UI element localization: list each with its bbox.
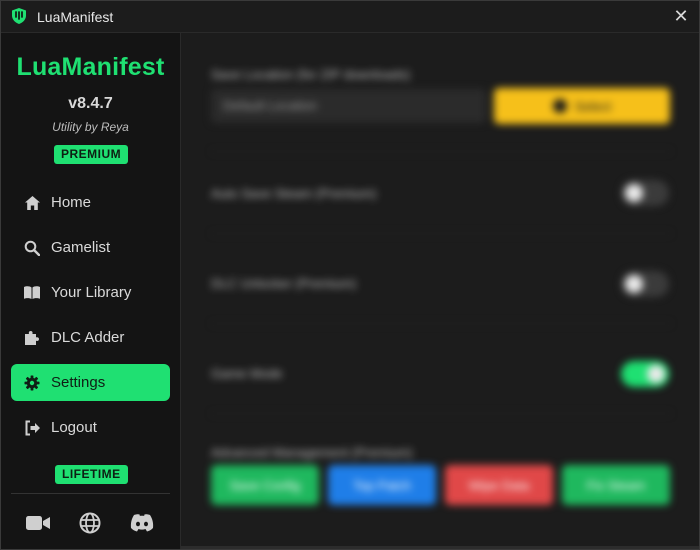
gear-icon (23, 374, 41, 392)
save-location-label: Save Location (for ZIP downloads) (211, 67, 411, 82)
toggle-knob (625, 275, 643, 293)
sidebar-nav: Home Gamelist Your Library DLC Adder Set… (11, 184, 170, 454)
settings-panel: Save Location (for ZIP downloads) Defaul… (181, 33, 699, 549)
blurred-settings-content: Save Location (for ZIP downloads) Defaul… (181, 33, 699, 549)
game-mode-label: Game Mode (211, 366, 283, 381)
button-label: Wipe Data (468, 477, 530, 493)
button-label: Save Config (229, 477, 301, 493)
toggle-knob (625, 184, 643, 202)
top-patch-button[interactable]: Top Patch (328, 465, 436, 505)
version-label: v8.4.7 (68, 95, 113, 112)
dlc-unlocker-label: DLC Unlocker (Premium) (211, 276, 357, 291)
sidebar: LuaManifest v8.4.7 Utility by Reya PREMI… (1, 33, 181, 549)
sidebar-item-label: DLC Adder (51, 329, 125, 346)
dlc-unlocker-toggle[interactable] (621, 271, 669, 297)
home-icon (23, 194, 41, 212)
sidebar-item-dlc-adder[interactable]: DLC Adder (11, 319, 170, 356)
puzzle-icon (23, 329, 41, 347)
select-button[interactable]: Select (494, 88, 670, 124)
sidebar-item-your-library[interactable]: Your Library (11, 274, 170, 311)
divider (211, 323, 671, 324)
author-byline: Utility by Reya (52, 120, 129, 134)
shield-logo-icon (10, 7, 28, 25)
wipe-data-button[interactable]: Wipe Data (445, 465, 553, 505)
button-label: Fix Steam (586, 477, 646, 493)
search-icon (23, 239, 41, 257)
button-label: Top Patch (353, 477, 411, 493)
sidebar-item-label: Gamelist (51, 239, 111, 256)
select-button-label: Select (574, 98, 612, 114)
divider (211, 413, 671, 414)
sidebar-item-settings[interactable]: Settings (11, 364, 170, 401)
divider (211, 233, 671, 234)
lifetime-badge: LIFETIME (55, 465, 128, 484)
sidebar-item-logout[interactable]: Logout (11, 409, 170, 446)
scrollbar[interactable] (181, 546, 699, 549)
book-icon (23, 284, 41, 302)
sidebar-item-home[interactable]: Home (11, 184, 170, 221)
sidebar-item-label: Logout (51, 419, 97, 436)
brand-name: LuaManifest (16, 53, 165, 81)
sidebar-item-label: Home (51, 194, 92, 211)
game-mode-toggle[interactable] (621, 361, 669, 387)
video-camera-icon[interactable] (24, 511, 52, 535)
sidebar-item-gamelist[interactable]: Gamelist (11, 229, 170, 266)
save-config-button[interactable]: Save Config (211, 465, 319, 505)
app-window: LuaManifest ✕ LuaManifest v8.4.7 Utility… (0, 0, 700, 550)
sidebar-item-label: Settings (51, 374, 106, 391)
logout-icon (23, 419, 41, 437)
folder-icon (552, 99, 567, 113)
close-button[interactable]: ✕ (669, 5, 693, 27)
premium-badge: PREMIUM (54, 145, 129, 164)
toggle-knob (647, 365, 665, 383)
sidebar-divider (11, 493, 170, 494)
title-bar: LuaManifest ✕ (1, 1, 699, 33)
divider (211, 151, 671, 152)
window-title: LuaManifest (37, 9, 114, 25)
discord-icon[interactable] (128, 511, 156, 535)
globe-icon[interactable] (76, 511, 104, 535)
advanced-management-label: Advanced Management (Premium) (211, 445, 413, 460)
auto-save-toggle[interactable] (621, 180, 669, 206)
save-location-field[interactable]: Default Location (211, 89, 486, 123)
sidebar-item-label: Your Library (51, 284, 132, 301)
fix-steam-button[interactable]: Fix Steam (562, 465, 670, 505)
auto-save-label: Auto Save Steam (Premium) (211, 186, 377, 201)
